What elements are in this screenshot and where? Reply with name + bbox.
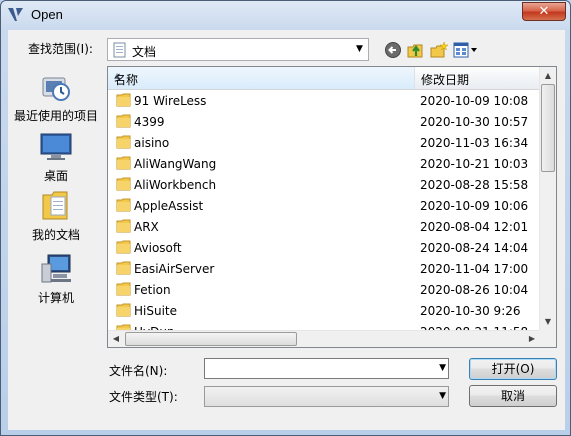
scroll-corner — [539, 330, 556, 347]
folder-icon — [116, 198, 131, 212]
file-name: ARX — [134, 220, 159, 234]
folder-icon — [116, 303, 131, 317]
file-date: 2020-11-04 17:00 — [420, 262, 529, 276]
dialog-body: 查找范围(I): 文档 ▼ 最近使用的项目 桌面 我的文档 计算机 ▲ 名称 修… — [8, 30, 565, 430]
look-in-combo[interactable]: 文档 ▼ — [107, 38, 369, 61]
cancel-button[interactable]: 取消 — [469, 385, 557, 407]
folder-icon — [116, 240, 131, 254]
recent-items-icon — [42, 77, 70, 101]
file-row[interactable]: ARX 2020-08-04 12:01 — [108, 216, 540, 237]
desktop-icon — [40, 133, 72, 160]
documents-icon — [42, 191, 68, 220]
file-date: 2020-08-28 15:58 — [420, 178, 529, 192]
file-row[interactable]: Fetion 2020-08-26 10:04 — [108, 279, 540, 300]
scroll-down-icon[interactable]: ▼ — [540, 313, 556, 330]
list-rows: 91 WireLess 2020-10-09 10:08 4399 2020-10-3… — [108, 90, 540, 342]
file-date: 2020-10-30 9:26 — [420, 304, 521, 318]
vertical-scroll-thumb[interactable] — [541, 84, 555, 172]
filename-input[interactable]: ▼ — [204, 358, 449, 379]
file-name: AliWorkbench — [134, 178, 217, 192]
folder-icon — [116, 93, 131, 107]
place-my-documents[interactable]: 我的文档 — [8, 189, 104, 243]
computer-icon — [41, 254, 71, 283]
column-header-name-label: 名称 — [114, 73, 139, 87]
place-label: 桌面 — [43, 169, 68, 183]
place-label: 计算机 — [37, 291, 74, 305]
vertical-scrollbar[interactable]: ▲ ▼ — [539, 67, 556, 330]
new-folder-icon[interactable] — [429, 41, 449, 59]
documents-small-icon — [113, 42, 126, 58]
up-folder-icon[interactable] — [406, 41, 426, 59]
look-in-value: 文档 — [132, 45, 157, 59]
folder-icon — [116, 156, 131, 170]
file-name: Fetion — [134, 283, 171, 297]
column-header-date-label: 修改日期 — [421, 73, 470, 87]
file-date: 2020-10-21 10:03 — [420, 157, 529, 171]
file-list[interactable]: ▲ 名称 修改日期 91 WireLess 2020-10-09 10:08 439… — [107, 66, 557, 348]
place-desktop[interactable]: 桌面 — [8, 130, 104, 184]
place-label: 最近使用的项目 — [13, 109, 98, 123]
file-name: aisino — [134, 136, 170, 150]
file-date: 2020-10-09 10:06 — [420, 199, 529, 213]
place-computer[interactable]: 计算机 — [8, 252, 104, 306]
file-name: 4399 — [134, 115, 165, 129]
file-name: 91 WireLess — [134, 94, 207, 108]
column-header-name[interactable]: ▲ 名称 — [108, 67, 415, 89]
horizontal-scrollbar[interactable]: ◀ ▶ — [108, 330, 540, 347]
open-dialog: Open ✕ 查找范围(I): 文档 ▼ 最近使用的项目 桌面 我的文档 计算机… — [0, 0, 571, 436]
close-button[interactable]: ✕ — [522, 2, 566, 21]
scroll-right-icon[interactable]: ▶ — [524, 331, 540, 347]
file-date: 2020-08-24 14:04 — [420, 241, 529, 255]
folder-icon — [116, 219, 131, 233]
file-name: HiSuite — [134, 304, 178, 318]
places-bar: 最近使用的项目 桌面 我的文档 计算机 — [8, 66, 104, 334]
look-in-label: 查找范围(I): — [28, 42, 93, 56]
file-row[interactable]: 91 WireLess 2020-10-09 10:08 — [108, 90, 540, 111]
file-name: AliWangWang — [134, 157, 217, 171]
file-date: 2020-08-04 12:01 — [420, 220, 529, 234]
title-bar[interactable]: Open ✕ — [1, 1, 570, 29]
file-row[interactable]: AppleAssist 2020-10-09 10:06 — [108, 195, 540, 216]
file-row[interactable]: EasiAirServer 2020-11-04 17:00 — [108, 258, 540, 279]
list-header: ▲ 名称 修改日期 — [108, 67, 540, 90]
file-date: 2020-10-09 10:08 — [420, 94, 529, 108]
file-date: 2020-11-03 16:34 — [420, 136, 529, 150]
column-header-date[interactable]: 修改日期 — [416, 67, 540, 89]
folder-icon — [116, 282, 131, 296]
folder-icon — [116, 114, 131, 128]
window-title: Open — [31, 7, 63, 22]
horizontal-scroll-thumb[interactable] — [125, 332, 297, 346]
file-date: 2020-08-26 10:04 — [420, 283, 529, 297]
back-icon[interactable] — [384, 41, 404, 59]
folder-icon — [116, 135, 131, 149]
file-date: 2020-10-30 10:57 — [420, 115, 529, 129]
file-row[interactable]: AliWorkbench 2020-08-28 15:58 — [108, 174, 540, 195]
scroll-left-icon[interactable]: ◀ — [108, 331, 124, 347]
open-button[interactable]: 打开(O) — [469, 358, 557, 380]
chevron-down-icon[interactable]: ▼ — [439, 387, 446, 406]
file-row[interactable]: AliWangWang 2020-10-21 10:03 — [108, 153, 540, 174]
file-name: EasiAirServer — [134, 262, 215, 276]
app-icon — [8, 8, 23, 21]
file-name: Aviosoft — [134, 241, 182, 255]
file-row[interactable]: Aviosoft 2020-08-24 14:04 — [108, 237, 540, 258]
folder-icon — [116, 261, 131, 275]
place-label: 我的文档 — [31, 228, 80, 242]
chevron-down-icon[interactable]: ▼ — [439, 359, 446, 378]
filetype-label: 文件类型(T): — [109, 390, 178, 404]
place-recent-items[interactable]: 最近使用的项目 — [8, 70, 104, 124]
folder-icon — [116, 177, 131, 191]
filetype-select[interactable]: ▼ — [204, 386, 449, 407]
file-row[interactable]: 4399 2020-10-30 10:57 — [108, 111, 540, 132]
scroll-up-icon[interactable]: ▲ — [540, 67, 556, 84]
file-name: AppleAssist — [134, 199, 204, 213]
chevron-down-icon[interactable]: ▼ — [351, 39, 368, 60]
file-row[interactable]: aisino 2020-11-03 16:34 — [108, 132, 540, 153]
views-menu-icon[interactable] — [453, 41, 479, 59]
filename-label: 文件名(N): — [109, 364, 168, 378]
file-row[interactable]: HiSuite 2020-10-30 9:26 — [108, 300, 540, 321]
